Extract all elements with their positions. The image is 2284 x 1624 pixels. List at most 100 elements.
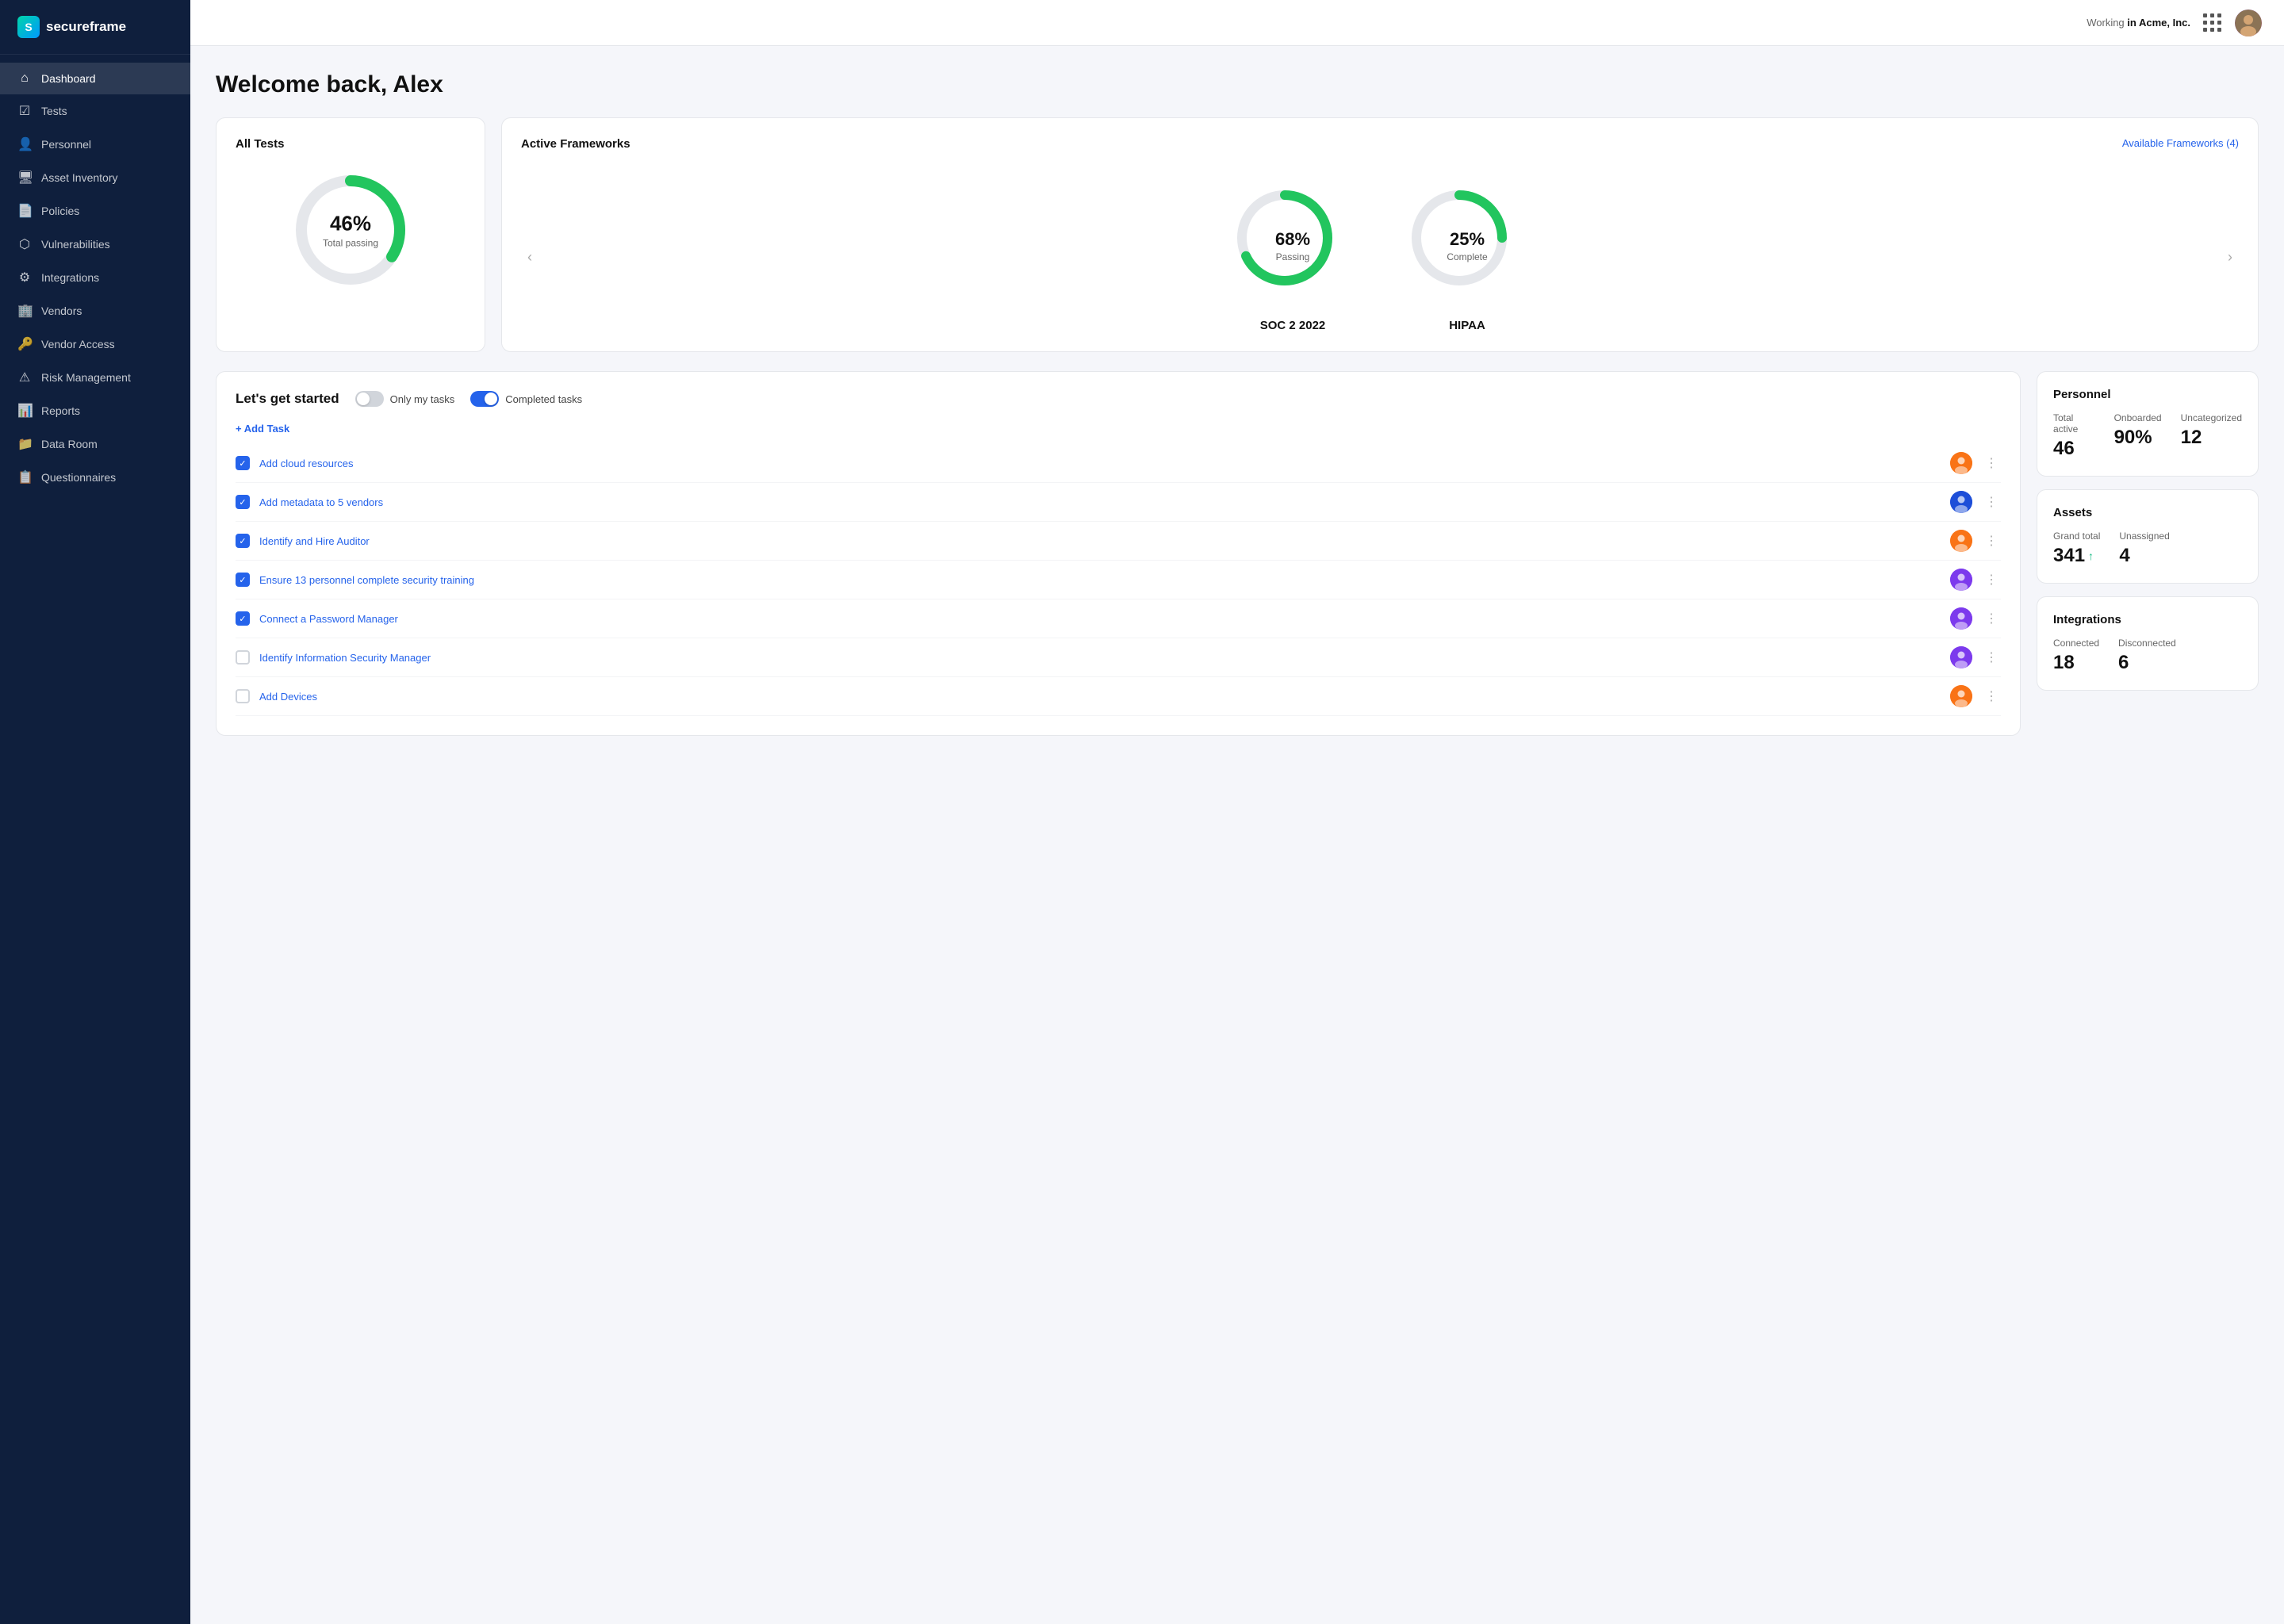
- sidebar-item-asset-inventory[interactable]: 🖥 Asset Inventory: [0, 161, 190, 194]
- sidebar-item-reports[interactable]: 📊 Reports: [0, 394, 190, 427]
- sidebar-item-label: Vendor Access: [41, 338, 115, 350]
- personnel-uncategorized-value: 12: [2181, 427, 2242, 449]
- assets-grand-total: Grand total 341 ↑: [2053, 530, 2100, 567]
- integrations-connected: Connected 18: [2053, 638, 2099, 674]
- donut-wrapper: 46% Total passing: [287, 167, 414, 293]
- task-item: Identify Information Security Manager ⋮: [236, 638, 2001, 677]
- task-menu-button[interactable]: ⋮: [1982, 607, 2001, 630]
- task-checkbox[interactable]: [236, 573, 250, 587]
- apps-grid-icon[interactable]: [2203, 13, 2222, 33]
- logo-icon: S: [17, 16, 40, 38]
- frameworks-card: Active Frameworks Available Frameworks (…: [501, 117, 2259, 352]
- task-menu-button[interactable]: ⋮: [1982, 530, 2001, 552]
- assets-stats-row: Grand total 341 ↑ Unassigned 4: [2053, 530, 2242, 567]
- disconnected-label: Disconnected: [2118, 638, 2176, 649]
- right-column: Personnel Total active 46 Onboarded 90% …: [2037, 371, 2259, 736]
- assets-grand-total-label: Grand total: [2053, 530, 2100, 542]
- personnel-card: Personnel Total active 46 Onboarded 90% …: [2037, 371, 2259, 477]
- task-label[interactable]: Add metadata to 5 vendors: [259, 496, 1941, 508]
- sidebar-item-vulnerabilities[interactable]: ⬡ Vulnerabilities: [0, 228, 190, 261]
- next-framework-button[interactable]: ›: [2221, 246, 2239, 269]
- risk-management-icon: ⚠: [17, 370, 32, 385]
- personnel-onboarded: Onboarded 90%: [2114, 412, 2162, 460]
- toggle-my-tasks: Only my tasks: [355, 391, 455, 407]
- sidebar-item-questionnaires[interactable]: 📋 Questionnaires: [0, 461, 190, 494]
- my-tasks-toggle[interactable]: [355, 391, 384, 407]
- tests-icon: ☑: [17, 103, 32, 119]
- all-tests-card: All Tests 46% Total passing: [216, 117, 485, 352]
- task-label[interactable]: Identify and Hire Auditor: [259, 535, 1941, 547]
- main-content: Working in Acme, Inc. Welcome back, Alex…: [190, 0, 2284, 1624]
- task-label[interactable]: Ensure 13 personnel complete security tr…: [259, 574, 1941, 586]
- add-task-button[interactable]: + Add Task: [236, 423, 2001, 435]
- tasks-header: Let's get started Only my tasks Complete…: [236, 391, 2001, 407]
- task-checkbox[interactable]: [236, 495, 250, 509]
- task-menu-button[interactable]: ⋮: [1982, 685, 2001, 707]
- frameworks-row: ‹ 68% Passing: [521, 182, 2239, 332]
- sidebar-item-label: Data Room: [41, 438, 98, 450]
- task-menu-button[interactable]: ⋮: [1982, 646, 2001, 668]
- personnel-icon: 👤: [17, 136, 32, 152]
- sidebar-item-data-room[interactable]: 📁 Data Room: [0, 427, 190, 461]
- personnel-total-label: Total active: [2053, 412, 2095, 435]
- sidebar-item-vendors[interactable]: 🏢 Vendors: [0, 294, 190, 327]
- personnel-stats-row: Total active 46 Onboarded 90% Uncategori…: [2053, 412, 2242, 460]
- sidebar-item-risk-management[interactable]: ⚠ Risk Management: [0, 361, 190, 394]
- bottom-row: Let's get started Only my tasks Complete…: [216, 371, 2259, 736]
- soc2-center: 68% Passing: [1275, 229, 1310, 262]
- task-label[interactable]: Add Devices: [259, 691, 1941, 703]
- frameworks-items: 68% Passing SOC 2 2022: [548, 182, 2212, 332]
- avatar[interactable]: [2235, 10, 2262, 36]
- task-checkbox[interactable]: [236, 456, 250, 470]
- topbar-working: Working in Acme, Inc.: [2087, 17, 2190, 29]
- task-checkbox[interactable]: [236, 534, 250, 548]
- task-avatar: [1950, 530, 1972, 552]
- task-checkbox[interactable]: [236, 650, 250, 665]
- avatar-image: [1950, 530, 1972, 552]
- task-item: Connect a Password Manager ⋮: [236, 599, 2001, 638]
- avatar-image: [1950, 607, 1972, 630]
- disconnected-value: 6: [2118, 652, 2176, 674]
- toggle-completed: Completed tasks: [470, 391, 582, 407]
- sidebar-item-label: Policies: [41, 205, 79, 217]
- page-content: Welcome back, Alex All Tests 46% Total p…: [190, 46, 2284, 1624]
- task-label[interactable]: Identify Information Security Manager: [259, 652, 1941, 664]
- task-avatar: [1950, 685, 1972, 707]
- task-checkbox[interactable]: [236, 611, 250, 626]
- cards-row: All Tests 46% Total passing: [216, 117, 2259, 352]
- task-label[interactable]: Connect a Password Manager: [259, 613, 1941, 625]
- my-tasks-label: Only my tasks: [390, 393, 455, 405]
- task-menu-button[interactable]: ⋮: [1982, 452, 2001, 474]
- task-avatar: [1950, 569, 1972, 591]
- hipaa-center: 25% Complete: [1447, 229, 1487, 262]
- avatar-image: [1950, 685, 1972, 707]
- donut-label: Total passing: [323, 238, 378, 249]
- task-label[interactable]: Add cloud resources: [259, 458, 1941, 469]
- sidebar-item-label: Tests: [41, 105, 67, 117]
- task-menu-button[interactable]: ⋮: [1982, 569, 2001, 591]
- frameworks-title: Active Frameworks: [521, 137, 630, 151]
- task-avatar: [1950, 607, 1972, 630]
- sidebar-item-policies[interactable]: 📄 Policies: [0, 194, 190, 228]
- sidebar-item-label: Reports: [41, 404, 80, 417]
- task-menu-button[interactable]: ⋮: [1982, 491, 2001, 513]
- framework-soc2: 68% Passing SOC 2 2022: [1229, 182, 1356, 332]
- tasks-title: Let's get started: [236, 391, 339, 407]
- sidebar-item-tests[interactable]: ☑ Tests: [0, 94, 190, 128]
- sidebar-item-vendor-access[interactable]: 🔑 Vendor Access: [0, 327, 190, 361]
- completed-toggle[interactable]: [470, 391, 499, 407]
- task-checkbox[interactable]: [236, 689, 250, 703]
- sidebar-item-dashboard[interactable]: ⌂ Dashboard: [0, 63, 190, 94]
- vendors-icon: 🏢: [17, 303, 32, 319]
- task-item: Add Devices ⋮: [236, 677, 2001, 716]
- assets-card: Assets Grand total 341 ↑ Unassigned 4: [2037, 489, 2259, 584]
- hipaa-donut: 25% Complete: [1404, 182, 1531, 309]
- connected-value: 18: [2053, 652, 2099, 674]
- sidebar-item-personnel[interactable]: 👤 Personnel: [0, 128, 190, 161]
- soc2-donut: 68% Passing: [1229, 182, 1356, 309]
- available-frameworks-link[interactable]: Available Frameworks (4): [2122, 137, 2239, 149]
- avatar-image: [1950, 452, 1972, 474]
- prev-framework-button[interactable]: ‹: [521, 246, 538, 269]
- hipaa-label: Complete: [1447, 251, 1487, 262]
- sidebar-item-integrations[interactable]: ⚙ Integrations: [0, 261, 190, 294]
